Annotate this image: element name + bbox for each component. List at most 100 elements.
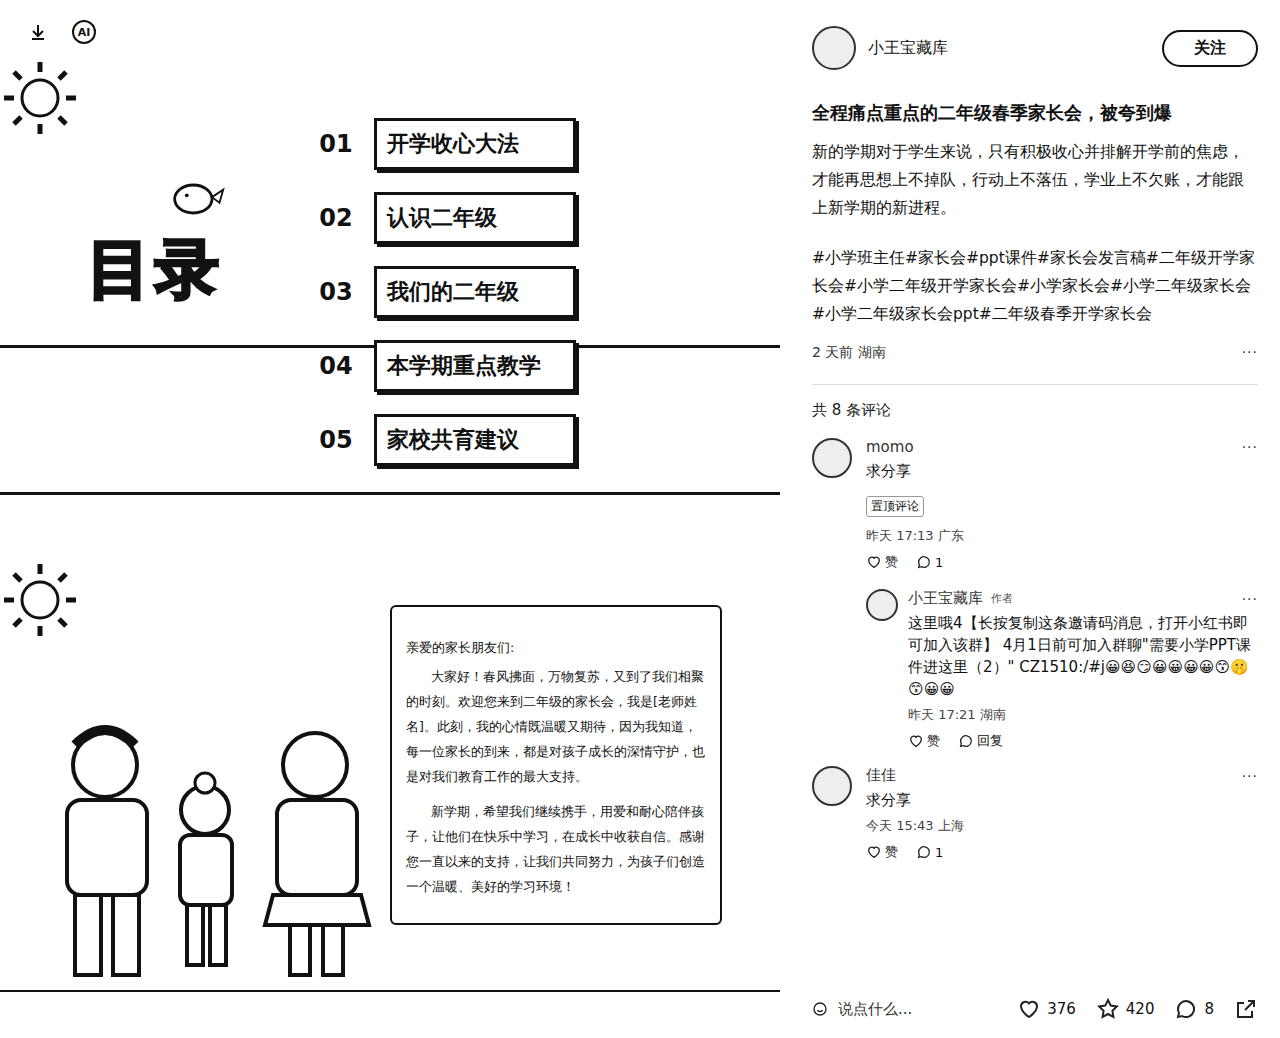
comment-time: 今天 15:43 上海 [866,817,1258,835]
toc-item: 02 认识二年级 [310,192,576,244]
comment: 佳佳 ··· 求分享今天 15:43 上海赞1 [812,766,1258,861]
toc-item: 01 开学收心大法 [310,118,576,170]
post-page: AI 目录 01 开学收心大法 02 认识二年级 03我们的二年级 04 本学期重点教学 05 家校… [0,0,1280,1038]
sun-icon [0,560,80,640]
ai-button[interactable]: AI [72,20,96,44]
comment-count: 共 8 条评论 [812,401,1258,420]
hashtag[interactable]: #ppt课件 [966,249,1037,267]
toc-content: 目录 01 开学收心大法 02 认识二年级 03我们的二年级 04 本学期重点教学 05 家校共育… [0,0,780,466]
toc-item: 03我们的二年级 [310,266,576,318]
post-title: 全程痛点重点的二年级春季家长会，被夸到爆 [812,100,1258,126]
like-button[interactable]: 赞 [866,843,898,861]
hashtag[interactable]: #小学二年级家长会ppt [812,305,979,323]
replier-avatar[interactable] [866,589,898,621]
more-button[interactable]: ··· [1242,344,1258,362]
comment: momo···求分享置顶评论昨天 17:13 广东赞1小王宝藏库作者···这里哦… [812,438,1258,750]
image-toolbar: AI [28,20,96,44]
reply-text: 这里哦4【长按复制这条邀请码消息，打开小红书即可加入该群】 4月1日前可加入群聊… [908,612,1258,700]
letter-content: 亲爱的家长朋友们: 大家好！春风拂面，万物复苏，又到了我们相聚的时刻。欢迎您来到二… [0,520,780,992]
post-time-location: 2 天前 湖南 [812,344,886,362]
like-button[interactable]: 赞 [908,732,940,750]
comment-header: 佳佳 ··· [866,766,1258,785]
author-tag: 作者 [991,591,1013,606]
comment-icon [1174,997,1198,1021]
bird-icon [170,180,226,218]
commenter-avatar[interactable] [812,438,852,478]
collect-stat[interactable]: 420 [1096,997,1155,1021]
toc-number: 05 [310,426,362,454]
post-panel: 小王宝藏库关注全程痛点重点的二年级春季家长会，被夸到爆新的学期对于学生来说，只有… [780,0,1280,1038]
emoji-icon [812,1001,828,1017]
like-stat[interactable]: 376 [1017,997,1076,1021]
toc-label: 认识二年级 [374,192,576,244]
letter-paragraph: 大家好！春风拂面，万物复苏，又到了我们相聚的时刻。欢迎您来到二年级的家长会，我是… [406,664,706,789]
toc-label: 我们的二年级 [374,266,576,318]
share-icon[interactable] [1234,997,1258,1021]
reply-button[interactable]: 1 [916,843,943,861]
hashtag[interactable]: #家长会 [905,249,966,267]
hashtag[interactable]: #二年级春季开学家长会 [979,305,1152,323]
post-scroll: 全程痛点重点的二年级春季家长会，被夸到爆新的学期对于学生来说，只有积极收心并排解… [812,96,1258,980]
reply-header: 小王宝藏库作者 ··· [908,589,1258,608]
image-column: AI 目录 01 开学收心大法 02 认识二年级 03我们的二年级 04 本学期重点教学 05 家校… [0,0,780,1038]
reply-button[interactable]: 回复 [958,732,1003,750]
author-bar: 小王宝藏库关注 [812,0,1258,96]
reply-button[interactable]: 1 [916,553,943,571]
reply-body: 小王宝藏库作者 ··· 这里哦4【长按复制这条邀请码消息，打开小红书即可加入该群】 … [908,589,1258,750]
reply: 小王宝藏库作者 ··· 这里哦4【长按复制这条邀请码消息，打开小红书即可加入该群】 … [866,589,1258,750]
author-name[interactable]: 小王宝藏库 [868,38,1150,59]
hashtag[interactable]: #家长会发言稿 [1037,249,1146,267]
reply-time: 昨天 17:21 湖南 [908,706,1258,724]
heart-icon [866,554,882,570]
commenter-name[interactable]: 佳佳 [866,766,896,785]
comment-more-button[interactable]: ··· [1242,439,1258,455]
toc-label: 本学期重点教学 [374,340,576,392]
comment-stat[interactable]: 8 [1174,997,1214,1021]
comment-icon [916,554,932,570]
hashtag[interactable]: #小学家长会 [1017,277,1110,295]
comment-placeholder: 说点什么... [838,1000,912,1019]
hashtag[interactable]: #小学二年级家长会 [1110,277,1251,295]
commenter-name[interactable]: momo [866,438,914,456]
toc-number: 01 [310,130,362,158]
comment-input[interactable]: 说点什么... [812,1000,997,1019]
download-icon[interactable] [28,22,48,42]
bottom-bar: 说点什么... 376 420 8 [812,980,1258,1038]
like-button[interactable]: 赞 [866,553,898,571]
hashtag[interactable]: #小学班主任 [812,249,905,267]
toc-label: 家校共育建议 [374,414,576,466]
heart-icon [908,733,924,749]
hashtag[interactable]: #小学二年级开学家长会 [844,277,1017,295]
reply-more-button[interactable]: ··· [1242,591,1258,607]
family-illustration-icon [0,695,390,992]
comment-actions: 赞1 [866,843,1258,861]
comment-header: momo ··· [866,438,1258,456]
toc-title-area: 目录 [0,118,310,466]
commenter-avatar[interactable] [812,766,852,806]
tag-list: #小学班主任#家长会#ppt课件#家长会发言稿#二年级开学家长会#小学二年级开学… [812,244,1258,328]
comment-more-button[interactable]: ··· [1242,768,1258,784]
author-avatar[interactable] [812,26,856,70]
comment-text: 求分享 [866,789,1258,811]
comment-icon [958,733,974,749]
toc-title: 目录 [87,226,223,466]
toc-item: 04 本学期重点教学 [310,340,576,392]
heart-icon [1017,997,1041,1021]
toc-label: 开学收心大法 [374,118,576,170]
comment-text: 求分享 [866,460,1258,482]
sun-icon [0,58,80,138]
comment-body: 佳佳 ··· 求分享今天 15:43 上海赞1 [866,766,1258,861]
divider [812,384,1258,385]
toc-number: 04 [310,352,362,380]
star-icon [1096,997,1120,1021]
follow-button[interactable]: 关注 [1162,30,1258,67]
comment-icon [916,844,932,860]
letter-paragraph: 新学期，希望我们继续携手，用爱和耐心陪伴孩子，让他们在快乐中学习，在成长中收获自… [406,799,706,899]
replier-name[interactable]: 小王宝藏库 [908,589,983,608]
letter-slide: 亲爱的家长朋友们: 大家好！春风拂面，万物复苏，又到了我们相聚的时刻。欢迎您来到二… [0,520,780,992]
toc-number: 02 [310,204,362,232]
post-meta: 2 天前 湖南 ··· [812,344,1258,362]
comment-actions: 赞1 [866,553,1258,571]
letter-greeting: 亲爱的家长朋友们: [406,635,706,660]
reply-actions: 赞回复 [908,732,1258,750]
